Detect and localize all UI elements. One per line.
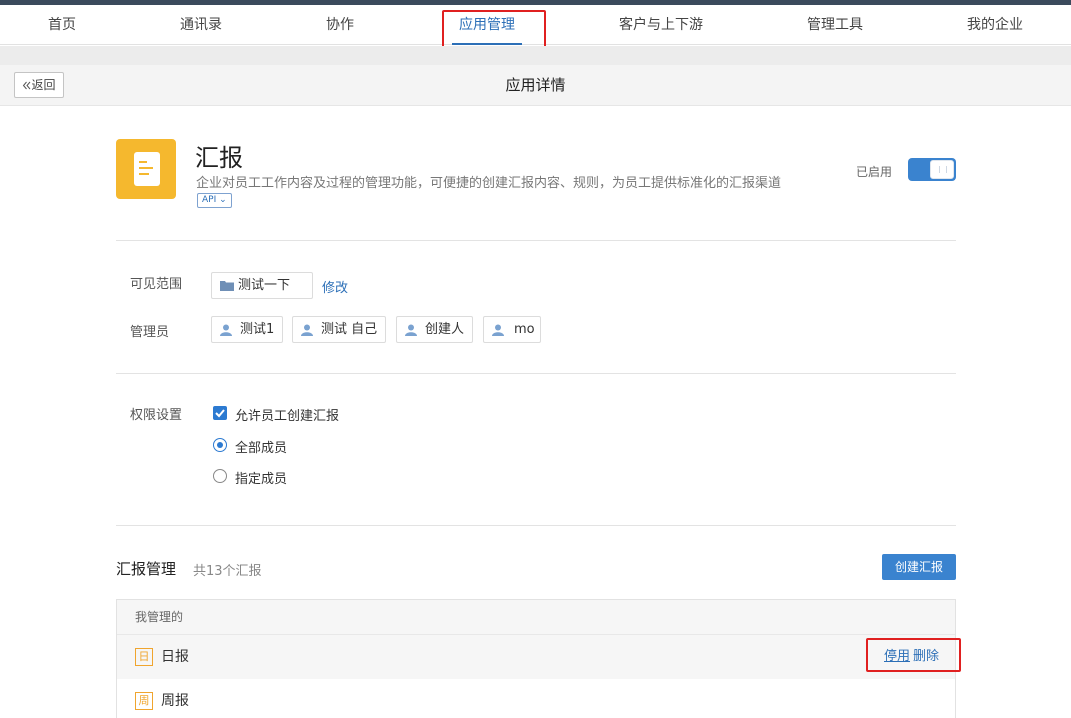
allow-create-checkbox[interactable] — [213, 406, 227, 420]
reports-panel: 我管理的 日 日报 停用 删除 周 周报 — [116, 599, 956, 718]
divider — [116, 240, 956, 241]
list-item[interactable]: 日 日报 停用 删除 — [117, 635, 955, 679]
admin-name: 创建人 — [425, 322, 465, 337]
report-name: 日报 — [161, 649, 189, 665]
admins-label: 管理员 — [130, 325, 170, 340]
report-name: 周报 — [161, 693, 189, 709]
visibility-scope-chip: 测试一下 — [211, 272, 313, 299]
radio-all-members[interactable] — [213, 438, 227, 452]
nav-item-app-management[interactable]: 应用管理 — [452, 5, 522, 45]
nav-item-contacts[interactable]: 通讯录 — [170, 5, 232, 45]
report-badge: 日 — [135, 648, 153, 666]
report-badge: 周 — [135, 692, 153, 710]
api-dropdown[interactable]: API ⌄ — [197, 193, 232, 208]
toggle-knob — [930, 160, 954, 179]
divider — [116, 525, 956, 526]
radio-specified-members[interactable] — [213, 469, 227, 483]
admin-name: 测试1 — [240, 322, 275, 337]
admin-chip: 创建人 — [396, 316, 473, 343]
back-button-label: 返回 — [31, 78, 56, 92]
app-icon — [116, 139, 176, 199]
api-tag-label: API — [202, 195, 217, 205]
create-report-button[interactable]: 创建汇报 — [882, 554, 956, 580]
back-button[interactable]: 返回 — [14, 72, 64, 98]
list-item[interactable]: 周 周报 — [117, 679, 955, 718]
folder-icon — [220, 281, 234, 291]
user-icon — [301, 324, 313, 336]
visibility-scope-label: 测试一下 — [238, 278, 291, 293]
disable-report-link[interactable]: 停用 — [884, 635, 910, 679]
nav-item-home[interactable]: 首页 — [36, 5, 88, 45]
admin-chip: 测试1 — [211, 316, 283, 343]
divider — [116, 373, 956, 374]
allow-create-label: 允许员工创建汇报 — [235, 409, 340, 424]
admin-name: mo — [514, 322, 535, 337]
user-icon — [405, 324, 417, 336]
subheader: 应用详情 返回 — [0, 65, 1071, 106]
admin-chip: 测试 自己 — [292, 316, 386, 343]
nav-item-my-enterprise[interactable]: 我的企业 — [960, 5, 1030, 45]
header-gap — [0, 46, 1071, 65]
admin-chip: mo — [483, 316, 541, 343]
document-icon — [134, 152, 160, 186]
user-icon — [220, 324, 232, 336]
enable-toggle[interactable] — [908, 158, 956, 181]
nav-item-customers-partners[interactable]: 客户与上下游 — [612, 5, 710, 45]
page-title: 应用详情 — [505, 76, 566, 94]
reports-group-header: 我管理的 — [117, 600, 955, 635]
admin-name: 测试 自己 — [321, 322, 378, 337]
reports-count: 共13个汇报 — [193, 564, 262, 579]
nav-item-collaboration[interactable]: 协作 — [314, 5, 366, 45]
permissions-label: 权限设置 — [130, 408, 183, 423]
chevron-down-icon: ⌄ — [219, 195, 227, 205]
user-icon — [492, 324, 504, 336]
app-description: 企业对员工工作内容及过程的管理功能，可便捷的创建汇报内容、规则，为员工提供标准化… — [196, 176, 782, 191]
top-nav: 首页 通讯录 协作 应用管理 客户与上下游 管理工具 我的企业 — [0, 5, 1071, 45]
nav-item-admin-tools[interactable]: 管理工具 — [800, 5, 870, 45]
visibility-label: 可见范围 — [130, 277, 183, 292]
reports-section-title: 汇报管理 — [116, 560, 177, 578]
checkmark-icon — [215, 409, 225, 418]
delete-report-link[interactable]: 删除 — [913, 635, 939, 679]
radio-all-members-label: 全部成员 — [235, 441, 288, 456]
edit-visibility-link[interactable]: 修改 — [322, 277, 348, 296]
enabled-status-label: 已启用 — [856, 165, 893, 179]
radio-specified-members-label: 指定成员 — [235, 472, 288, 487]
app-name: 汇报 — [195, 144, 243, 172]
